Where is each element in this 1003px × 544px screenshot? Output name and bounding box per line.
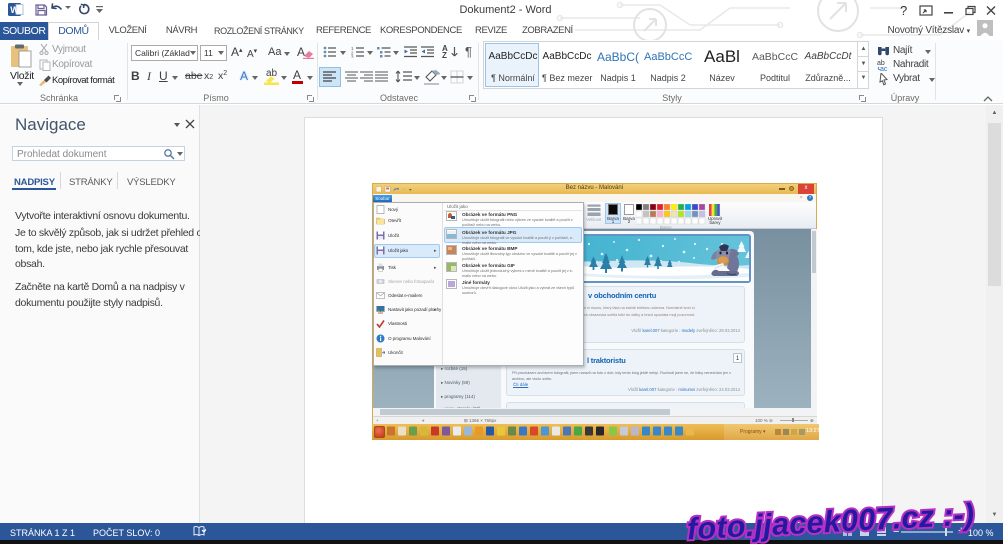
svg-text:ac: ac [880, 66, 888, 71]
svg-text:3: 3 [351, 55, 354, 59]
svg-text:W: W [10, 5, 19, 15]
